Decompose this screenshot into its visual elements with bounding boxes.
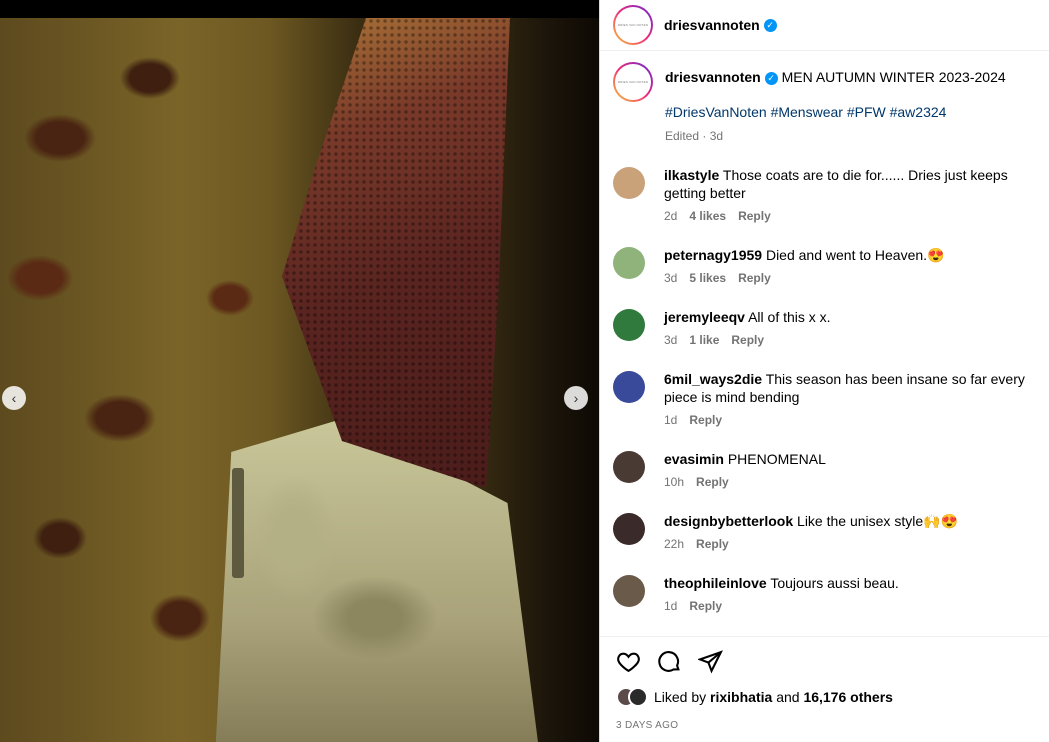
comment-username[interactable]: peternagy1959 bbox=[664, 247, 762, 263]
liker-avatar[interactable] bbox=[628, 687, 648, 707]
likes-summary: Liked by rixibhatia and 16,176 others bbox=[600, 674, 1049, 707]
comment-likes[interactable]: 1 like bbox=[689, 333, 719, 347]
comment-item: 6mil_ways2die This season has been insan… bbox=[613, 370, 1037, 429]
comment-text: Like the unisex style🙌😍 bbox=[797, 513, 958, 529]
comment-username[interactable]: theophileinlove bbox=[664, 575, 767, 591]
heart-icon[interactable] bbox=[616, 649, 641, 674]
comment-meta: 1d Reply bbox=[664, 411, 1037, 429]
commenter-avatar[interactable] bbox=[613, 247, 645, 279]
comment-username[interactable]: designbybetterlook bbox=[664, 513, 793, 529]
commenter-avatar[interactable] bbox=[613, 451, 645, 483]
comment-username[interactable]: evasimin bbox=[664, 451, 724, 467]
comment-item: theophileinlove Toujours aussi beau. 1d Re… bbox=[613, 574, 1037, 615]
author-avatar-logo: DRIES VAN NOTEN bbox=[615, 7, 651, 43]
reply-button[interactable]: Reply bbox=[738, 209, 771, 223]
comment-time: 3d bbox=[664, 333, 678, 347]
post-media: ‹ › bbox=[0, 0, 599, 742]
reply-button[interactable]: Reply bbox=[689, 599, 722, 613]
comment-text: Toujours aussi beau. bbox=[770, 575, 899, 591]
reply-button[interactable]: Reply bbox=[696, 475, 729, 489]
liked-by-user[interactable]: rixibhatia bbox=[710, 689, 772, 705]
chevron-right-icon[interactable]: › bbox=[564, 386, 588, 410]
caption-username[interactable]: driesvannoten bbox=[665, 69, 761, 85]
caption-hashtags[interactable]: #DriesVanNoten #Menswear #PFW #aw2324 bbox=[665, 103, 1037, 121]
comment-text: Died and went to Heaven.😍 bbox=[765, 247, 945, 263]
share-icon[interactable] bbox=[698, 649, 723, 674]
post-footer: Liked by rixibhatia and 16,176 others 3 … bbox=[600, 636, 1049, 742]
comment-time: 22h bbox=[664, 537, 685, 551]
comment-icon[interactable] bbox=[657, 649, 682, 674]
reply-button[interactable]: Reply bbox=[738, 271, 771, 285]
reply-button[interactable]: Reply bbox=[689, 413, 722, 427]
comment-meta: 22h Reply bbox=[664, 535, 1037, 553]
comment-meta: 3d 1 like Reply bbox=[664, 331, 1037, 349]
caption-edited: Edited · 3d bbox=[665, 129, 724, 143]
comment-item: designbybetterlook Like the unisex style… bbox=[613, 512, 1037, 553]
comment-time: 2d bbox=[664, 209, 678, 223]
comments-list[interactable]: DRIES VAN NOTEN driesvannoten ✓ MEN AUTUM… bbox=[600, 52, 1049, 636]
comment-username[interactable]: ilkastyle bbox=[664, 167, 719, 183]
liked-by-others[interactable]: 16,176 others bbox=[803, 689, 893, 705]
verified-badge-icon: ✓ bbox=[764, 71, 778, 85]
comment-item: peternagy1959 Died and went to Heaven.😍 3… bbox=[613, 246, 1037, 287]
caption-text: MEN AUTUMN WINTER 2023-2024 bbox=[781, 69, 1006, 85]
post-date: 3 DAYS AGO bbox=[616, 720, 679, 731]
comment-username[interactable]: 6mil_ways2die bbox=[664, 371, 762, 387]
caption: DRIES VAN NOTEN driesvannoten ✓ MEN AUTUM… bbox=[613, 62, 1037, 145]
comment-item: ilkastyle Those coats are to die for....… bbox=[613, 166, 1037, 225]
comment-meta: 3d 5 likes Reply bbox=[664, 269, 1037, 287]
comment-time: 1d bbox=[664, 413, 678, 427]
comment-meta: 10h Reply bbox=[664, 473, 1037, 491]
commenter-avatar[interactable] bbox=[613, 371, 645, 403]
caption-avatar[interactable]: DRIES VAN NOTEN bbox=[613, 62, 653, 102]
action-bar bbox=[600, 637, 1049, 674]
photo-mesh-top bbox=[282, 18, 510, 488]
reply-button[interactable]: Reply bbox=[731, 333, 764, 347]
commenter-avatar[interactable] bbox=[613, 309, 645, 341]
author-username[interactable]: driesvannoten bbox=[664, 17, 760, 33]
comment-text: All of this x x. bbox=[748, 309, 831, 325]
post-photo bbox=[0, 18, 599, 742]
comment-text: PHENOMENAL bbox=[727, 451, 826, 467]
author-avatar[interactable]: DRIES VAN NOTEN bbox=[613, 5, 653, 45]
chevron-left-icon[interactable]: ‹ bbox=[2, 386, 26, 410]
comment-item: jeremyleeqv All of this x x. 3d 1 like Repl… bbox=[613, 308, 1037, 349]
comment-time: 3d bbox=[664, 271, 678, 285]
comment-likes[interactable]: 5 likes bbox=[689, 271, 726, 285]
post-header: DRIES VAN NOTEN driesvannoten ✓ bbox=[600, 0, 1049, 51]
photo-zipper bbox=[232, 468, 244, 578]
comment-time: 1d bbox=[664, 599, 678, 613]
verified-badge-icon: ✓ bbox=[763, 18, 777, 32]
liked-by-prefix: Liked by bbox=[654, 689, 707, 705]
commenter-avatar[interactable] bbox=[613, 575, 645, 607]
liked-by-and: and bbox=[776, 689, 800, 705]
comment-username[interactable]: jeremyleeqv bbox=[664, 309, 745, 325]
commenter-avatar[interactable] bbox=[613, 167, 645, 199]
comment-item: evasimin PHENOMENAL 10h Reply bbox=[613, 450, 1037, 491]
post-side-panel: DRIES VAN NOTEN driesvannoten ✓ DRIES VA… bbox=[599, 0, 1049, 742]
reply-button[interactable]: Reply bbox=[696, 537, 729, 551]
caption-avatar-logo: DRIES VAN NOTEN bbox=[615, 64, 651, 100]
comment-time: 10h bbox=[664, 475, 685, 489]
comment-meta: 2d 4 likes Reply bbox=[664, 207, 1037, 225]
comment-likes[interactable]: 4 likes bbox=[689, 209, 726, 223]
comment-meta: 1d Reply bbox=[664, 597, 1037, 615]
commenter-avatar[interactable] bbox=[613, 513, 645, 545]
